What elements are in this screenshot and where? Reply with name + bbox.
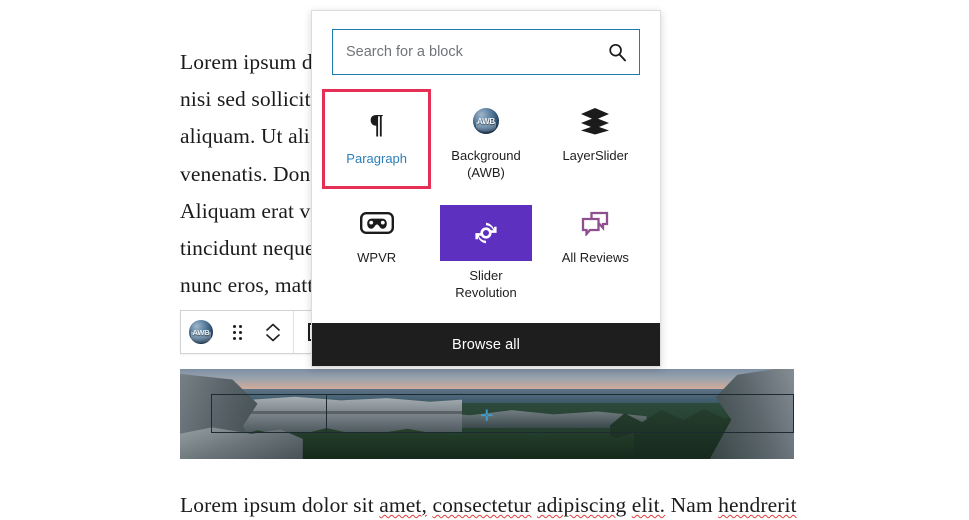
block-type-grid: ¶ Paragraph AWB Background (AWB) LayerSli… (312, 81, 660, 323)
block-selection-divider (326, 394, 327, 433)
misspelled-word-elit: elit. (631, 493, 666, 517)
block-item-label: Background (AWB) (451, 148, 521, 180)
block-item-layerslider[interactable]: LayerSlider (541, 89, 650, 189)
move-block-stepper[interactable] (255, 311, 291, 353)
block-item-label: All Reviews (561, 250, 629, 265)
block-item-label: Paragraph (346, 151, 408, 166)
misspelled-word-consectetur: consectetur (432, 493, 532, 517)
block-item-label: WPVR (357, 250, 397, 265)
inserter-search-area (312, 11, 660, 81)
background-image-block[interactable]: ✛ (180, 369, 794, 459)
paragraph-block-bottom[interactable]: Lorem ipsum dolor sit amet, consectetur … (180, 490, 820, 520)
awb-icon-label: AWB (192, 327, 210, 337)
chat-bubbles-icon (581, 205, 609, 241)
slider-revolution-tile (439, 205, 532, 261)
block-type-button[interactable]: AWB (183, 311, 219, 353)
block-item-label: LayerSlider (562, 148, 629, 163)
search-icon (607, 42, 627, 62)
chevron-up-down-icon (266, 323, 280, 342)
awb-sphere-icon: AWB (189, 320, 213, 344)
stacked-layers-icon (580, 103, 610, 139)
awb-icon-label: AWB (476, 116, 496, 126)
block-item-paragraph[interactable]: ¶ Paragraph (322, 89, 432, 189)
drag-handle-icon[interactable] (219, 311, 255, 353)
search-input[interactable] (333, 30, 639, 74)
misspelled-word-adipiscing: adipiscing (536, 493, 627, 517)
block-selection-outline (211, 394, 794, 433)
block-item-wpvr[interactable]: WPVR (322, 191, 431, 309)
chevron-up-icon (266, 323, 280, 331)
text-run: Nam (665, 493, 719, 517)
paragraph-pilcrow-icon: ¶ (369, 108, 384, 139)
text-run: Lorem ipsum dolor sit (180, 493, 380, 517)
misspelled-word-hendrerit: hendrerit (718, 493, 797, 517)
block-inserter-popover: ¶ Paragraph AWB Background(AWB) LayerSli… (311, 10, 661, 367)
misspelled-word-amet: amet, (379, 493, 427, 517)
block-item-all-reviews[interactable]: All Reviews (541, 191, 650, 309)
refresh-arrows-icon (439, 205, 532, 261)
search-box[interactable] (332, 29, 640, 75)
drag-dots-icon (232, 324, 242, 340)
awb-sphere-icon: AWB (472, 103, 499, 139)
block-item-slider-revolution[interactable]: Slider Revolution (431, 191, 540, 309)
browse-all-button[interactable]: Browse all (312, 323, 660, 366)
chevron-down-icon (266, 333, 280, 341)
block-item-label: Slider Revolution (455, 268, 517, 300)
vr-goggles-icon (359, 205, 394, 241)
toolbar-group-block-type: AWB (181, 311, 294, 353)
block-item-background-awb[interactable]: AWB Background (AWB) (431, 89, 540, 189)
